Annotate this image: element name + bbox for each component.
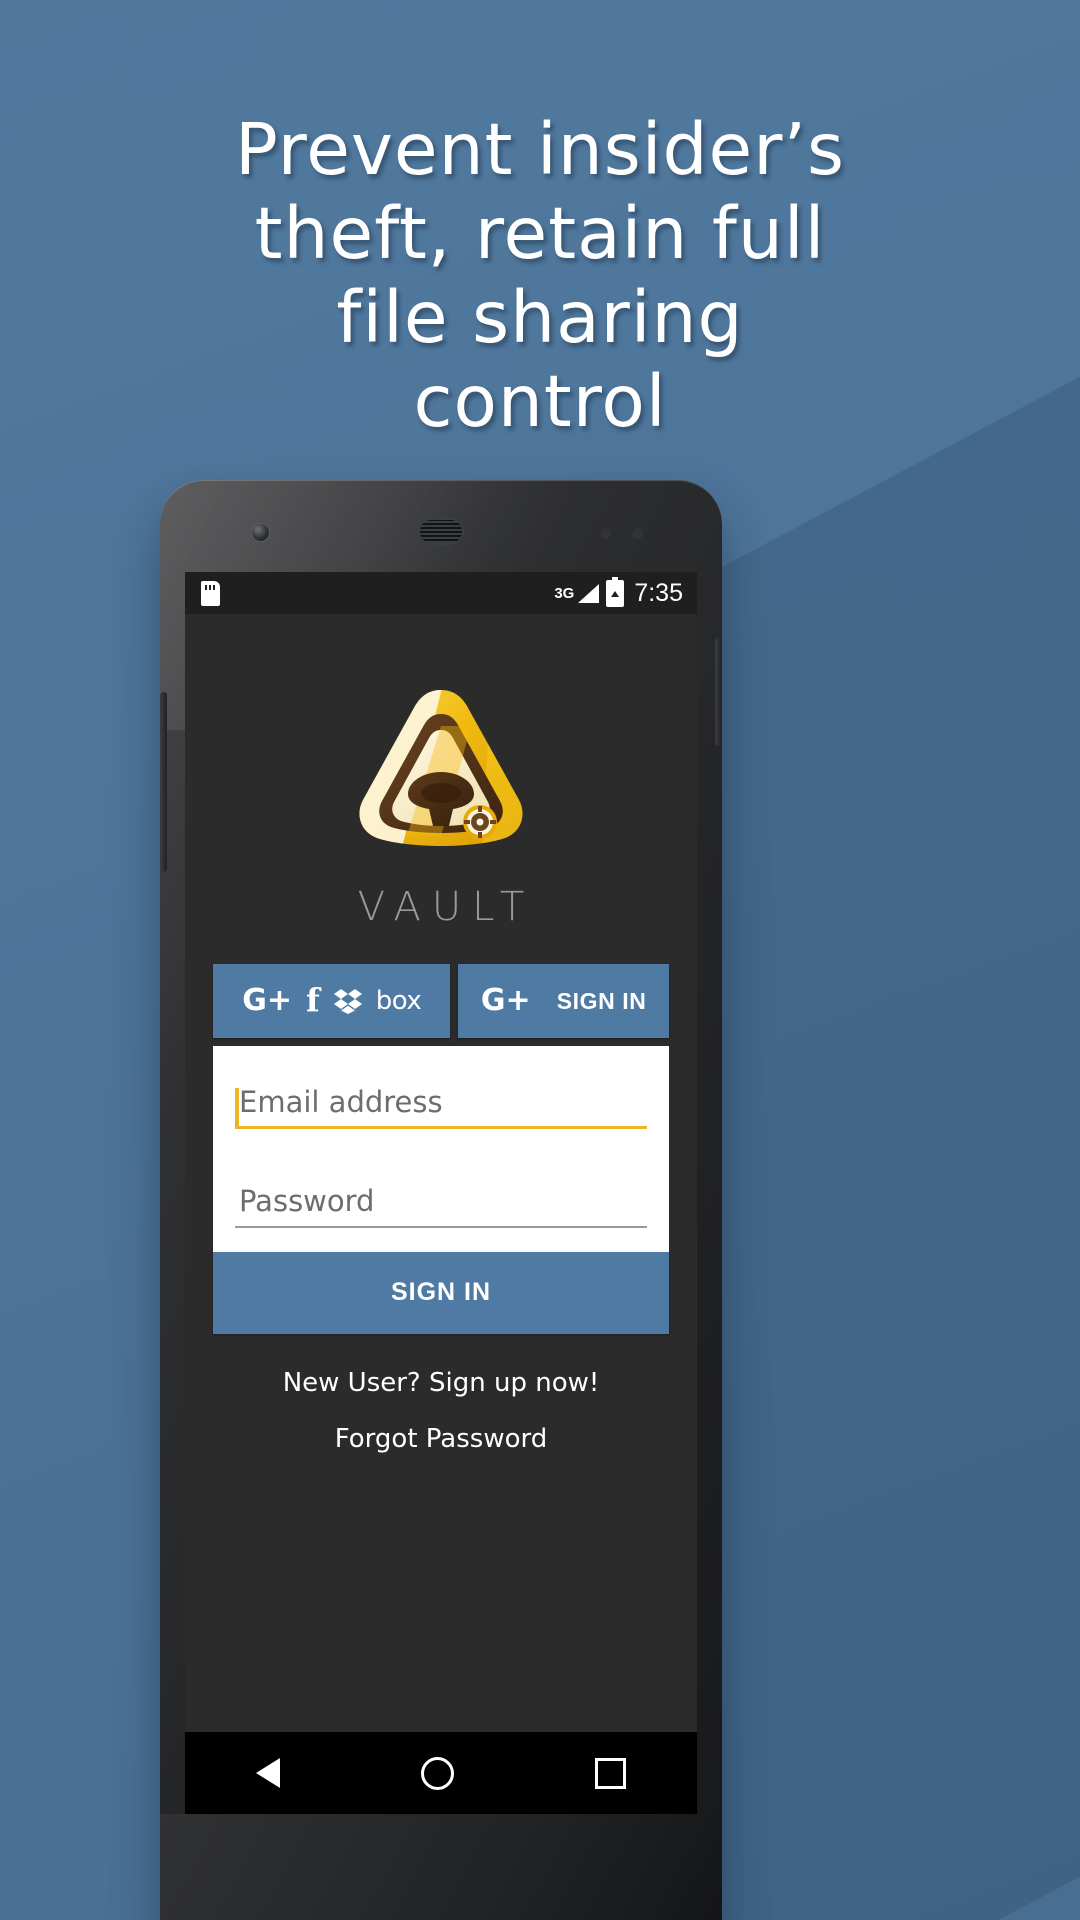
recents-square-icon[interactable] xyxy=(595,1757,627,1789)
status-bar: 3G 7:35 xyxy=(185,572,697,614)
forgot-password-link[interactable]: Forgot Password xyxy=(185,1424,697,1454)
box-icon: box xyxy=(375,986,422,1016)
facebook-icon: f xyxy=(305,981,320,1019)
email-field[interactable]: Email address xyxy=(235,1070,647,1139)
earpiece-speaker-icon xyxy=(418,518,464,545)
google-plus-icon: G+ xyxy=(242,983,292,1018)
sign-up-link[interactable]: New User? Sign up now! xyxy=(185,1368,697,1398)
oauth-button-row: G+ f box G+ SIGN IN xyxy=(213,964,669,1038)
power-button[interactable] xyxy=(715,638,722,746)
dropbox-icon xyxy=(333,988,362,1014)
password-field[interactable]: Password xyxy=(235,1169,647,1237)
password-underline xyxy=(235,1225,647,1228)
password-placeholder: Password xyxy=(239,1184,375,1219)
home-circle-icon[interactable] xyxy=(420,1756,454,1790)
phone-device-frame: 3G 7:35 VAULT G+ f box G+ SIGN IN Email … xyxy=(160,480,722,1920)
promo-headline: Prevent insider’s theft, retain full fil… xyxy=(235,108,845,443)
phone-top-bezel xyxy=(160,480,722,572)
vault-wordmark: VAULT xyxy=(357,884,536,930)
google-plus-icon: G+ xyxy=(480,983,531,1018)
network-type-label: 3G xyxy=(554,584,575,602)
google-signin-label: SIGN IN xyxy=(556,987,647,1014)
back-triangle-icon[interactable] xyxy=(255,1758,280,1788)
oauth-providers-button[interactable]: G+ f box xyxy=(213,964,451,1038)
phone-bottom-chin xyxy=(160,1814,722,1920)
status-bar-left xyxy=(201,580,220,606)
brand-area: VAULT xyxy=(185,614,697,964)
credentials-card: Email address Password xyxy=(213,1046,669,1252)
phone-screen: 3G 7:35 VAULT G+ f box G+ SIGN IN Email … xyxy=(185,572,697,1732)
login-screen: VAULT G+ f box G+ SIGN IN Email address … xyxy=(185,614,697,1732)
email-placeholder: Email address xyxy=(239,1085,443,1119)
status-bar-right: 3G 7:35 xyxy=(554,576,683,607)
status-bar-clock: 7:35 xyxy=(634,578,683,607)
sign-in-button[interactable]: SIGN IN xyxy=(213,1251,669,1334)
volume-button[interactable] xyxy=(160,692,167,872)
signal-bars-icon xyxy=(578,583,600,603)
light-sensor-icon xyxy=(632,528,643,539)
google-signin-button[interactable]: G+ SIGN IN xyxy=(458,964,669,1038)
text-caret xyxy=(235,1088,239,1126)
proximity-sensor-icon xyxy=(600,528,611,539)
email-underline xyxy=(235,1126,647,1130)
footer-links: New User? Sign up now! Forgot Password xyxy=(185,1368,697,1480)
front-camera-icon xyxy=(252,524,269,541)
promo-stage: Prevent insider’s theft, retain full fil… xyxy=(0,0,1080,1920)
vault-shield-logo xyxy=(341,676,541,876)
sim-card-icon xyxy=(201,580,220,606)
battery-charging-icon xyxy=(606,576,625,607)
sign-in-button-label: SIGN IN xyxy=(390,1278,492,1307)
android-nav-bar xyxy=(185,1732,697,1814)
